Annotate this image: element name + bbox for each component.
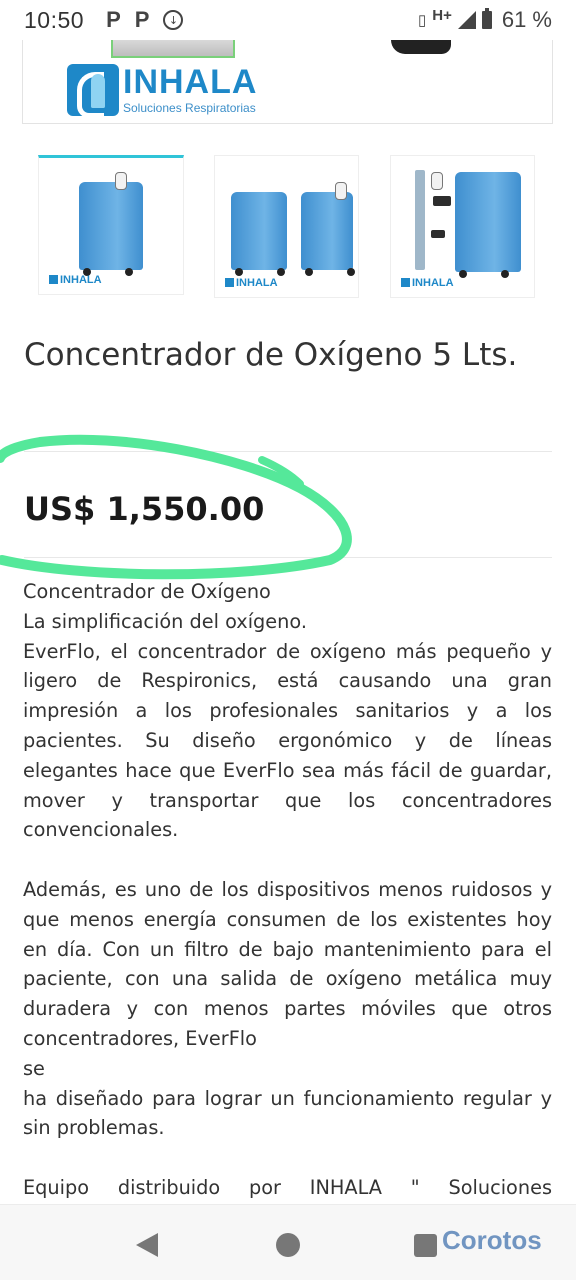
battery-icon [481,8,492,29]
device-image-right [391,40,451,54]
inhala-logo: INHALA Soluciones Respiratorias [67,64,257,116]
network-type: H+ [432,6,452,24]
thumbnail-3[interactable]: INHALA [390,155,535,298]
navigation-bar: Corotos [0,1204,576,1280]
description-paragraph: Además, es uno de los dispositivos menos… [23,877,552,1050]
thumbnail-gallery: INHALA INHALA INHALA [0,152,576,300]
thumbnail-logo: INHALA [225,277,278,289]
product-title: Concentrador de Oxígeno 5 Lts. [24,337,518,373]
notification-icons: P P ↓ [106,7,184,33]
download-icon: ↓ [163,10,184,30]
description-paragraph: ha diseñado para lograr un funcionamient… [23,1086,552,1140]
p-notification-icon: P [134,7,150,32]
status-time: 10:50 [24,6,85,33]
product-description: Concentrador de Oxígeno La simplificació… [23,577,552,1203]
device-image-left [111,40,235,58]
inhala-logo-icon [67,64,119,116]
product-price: US$ 1,550.00 [24,490,265,528]
thumbnail-logo: INHALA [49,274,102,286]
thumbnail-1[interactable]: INHALA [38,155,184,295]
status-bar: 10:50 P P ↓ ▯ H+ 61 % [0,0,576,40]
description-paragraph: EverFlo, el concentrador de oxígeno más … [23,639,552,842]
divider [24,557,552,558]
thumbnail-logo: INHALA [401,277,454,289]
logo-subtitle: Soluciones Respiratorias [123,101,256,115]
description-paragraph: Equipo distribuido por INHALA " Solucion… [23,1175,552,1199]
logo-title: INHALA [123,63,258,101]
recent-apps-button[interactable] [414,1234,437,1257]
back-button[interactable] [136,1233,158,1257]
thumbnail-2[interactable]: INHALA [214,155,359,298]
p-notification-icon: P [106,7,121,32]
description-line: Concentrador de Oxígeno [23,580,271,603]
description-line: se [23,1056,45,1080]
description-line: La simplificación del oxígeno. [23,609,307,633]
divider [24,451,552,452]
home-button[interactable] [276,1233,300,1257]
battery-percent: 61 % [501,7,552,32]
main-product-image[interactable]: INHALA Soluciones Respiratorias [22,40,553,124]
signal-icon [457,11,476,29]
system-icons: ▯ H+ 61 % [418,7,552,33]
vibrate-icon: ▯ [417,12,427,29]
corotos-watermark: Corotos [442,1225,542,1255]
